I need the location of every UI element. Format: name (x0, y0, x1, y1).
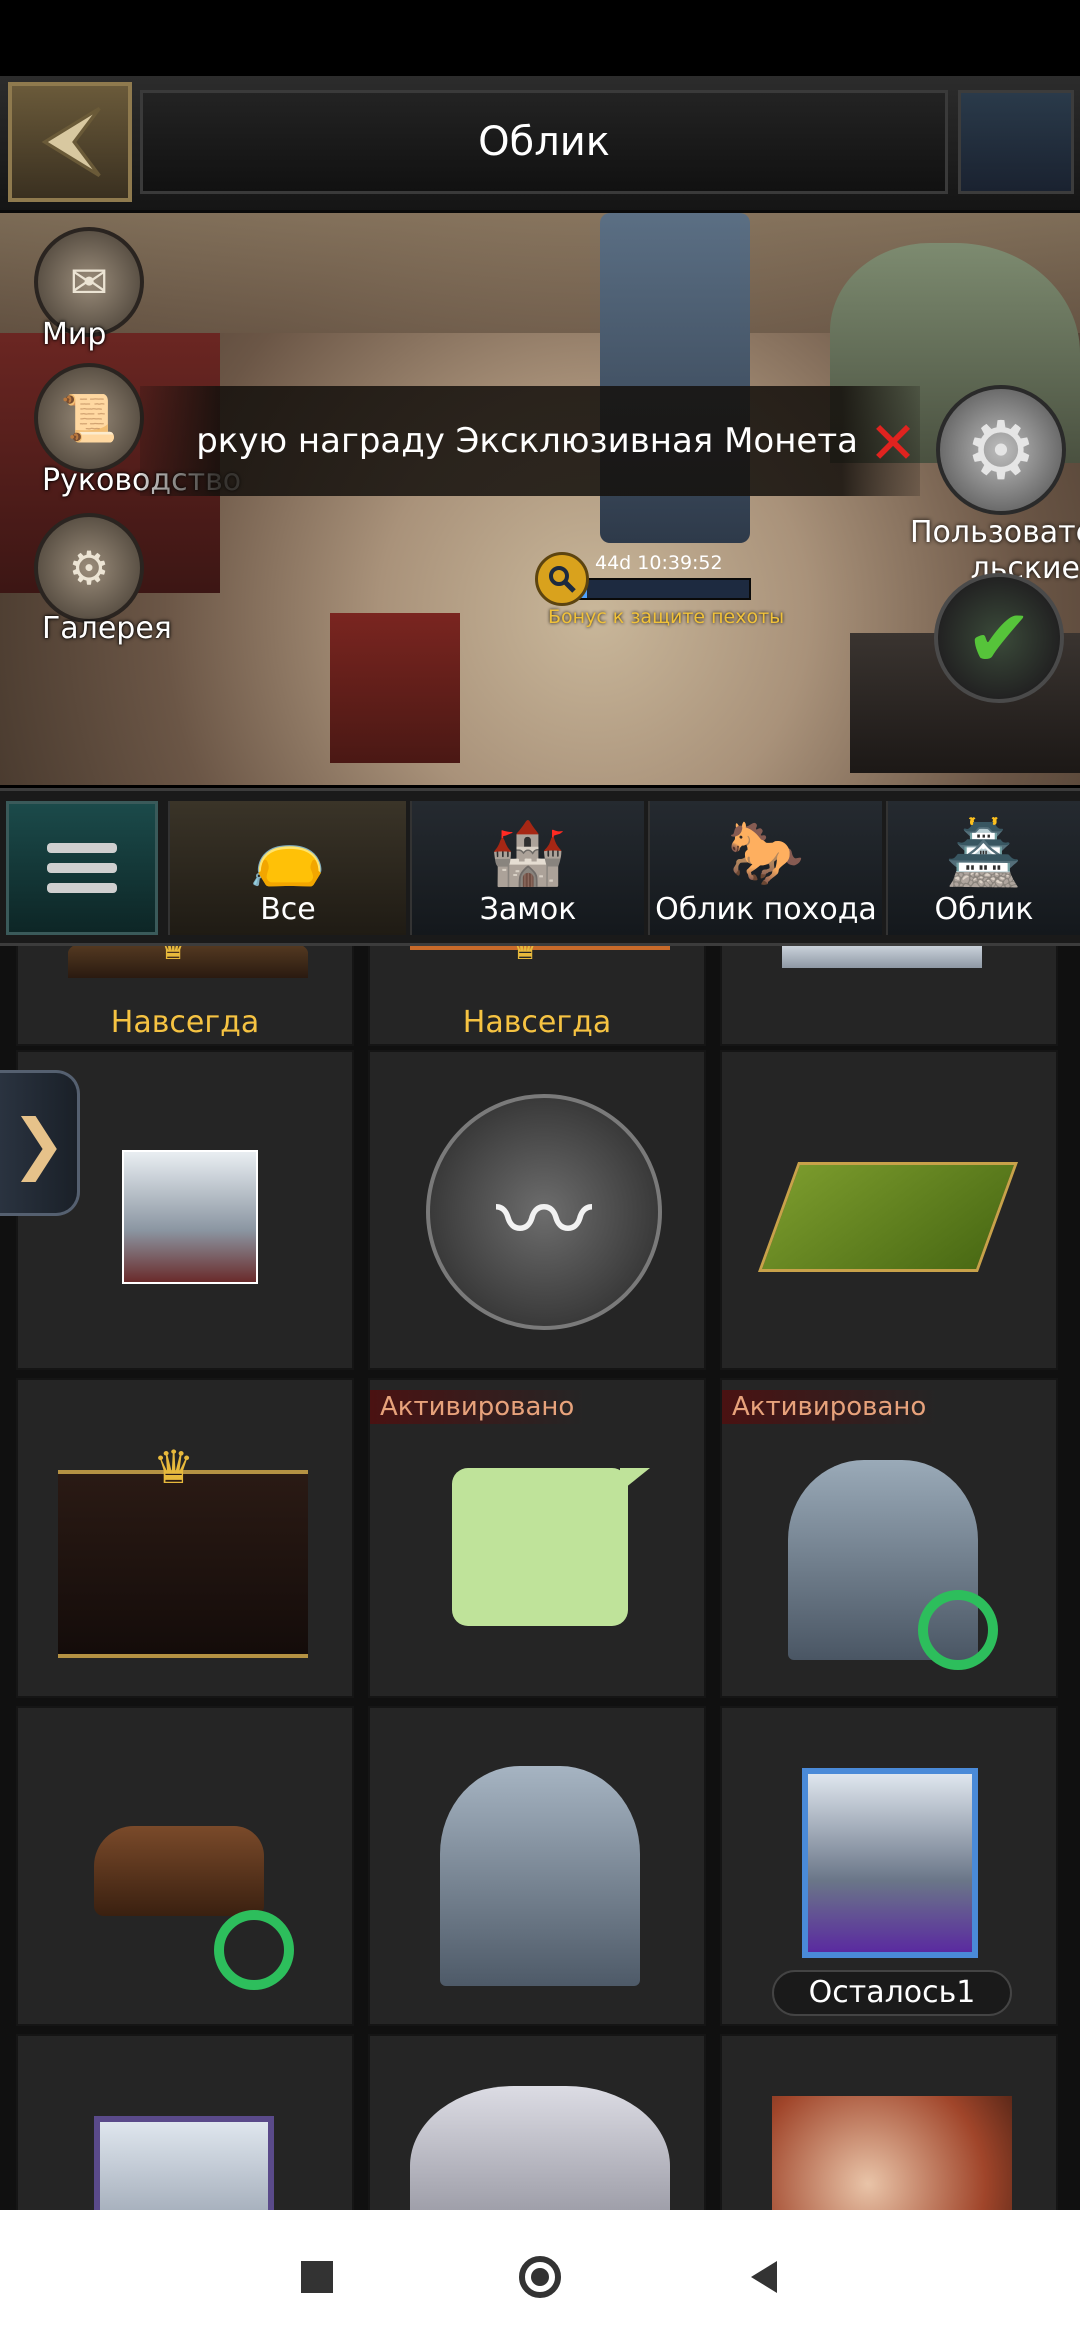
activated-badge: Активировано (722, 1390, 937, 1424)
refresh-icon (214, 1910, 294, 1990)
expand-panel-button[interactable]: ❯ (0, 1070, 80, 1216)
grid-item[interactable]: Активировано (368, 1378, 706, 1698)
portrait-frame-image (94, 2116, 274, 2210)
grid-item[interactable] (720, 2034, 1058, 2210)
world-button[interactable]: ✉ Мир (0, 227, 144, 352)
banner-text: ркую награду Эксклюзивная Монета (196, 421, 858, 461)
palace-image (440, 1766, 640, 1986)
palace-icon: 🏯 (945, 816, 1023, 889)
page-title: Облик (140, 90, 948, 194)
system-nav-bar (0, 2210, 1080, 2340)
checkmark-icon: ✔ (965, 591, 1033, 685)
chevron-right-icon: ❯ (10, 1104, 67, 1182)
timer-text: 44d 10:39:52 (595, 552, 723, 574)
square-icon (301, 2261, 333, 2293)
crown-frame-image (410, 2086, 670, 2210)
grid-item[interactable] (368, 2034, 706, 2210)
bonus-text: Бонус к защите пехоты (548, 606, 785, 628)
remaining-label: Осталось1 (772, 1970, 1012, 2016)
gallery-button[interactable]: ⚙ Галерея (0, 513, 172, 646)
grass-tile-icon (757, 1162, 1019, 1272)
portrait-frame-image (802, 1768, 978, 1958)
grid-item[interactable] (16, 1706, 354, 2026)
settings-button[interactable]: ⚙ (936, 385, 1066, 515)
castle-icon: 🏰 (489, 816, 567, 889)
tab-all[interactable]: 👝 Все (168, 801, 406, 935)
triangle-back-icon (751, 2261, 777, 2293)
grid-item[interactable]: ♛ (16, 1378, 354, 1698)
gallery-label: Галерея (42, 611, 172, 646)
category-tabs: 👝 Все 🏰 Замок 🐎 Облик похода 🏯 Облик (0, 788, 1080, 946)
gear-icon: ⚙ (965, 403, 1037, 497)
scroll-icon: 📜 (34, 363, 144, 473)
back-nav-button[interactable] (738, 2250, 792, 2304)
recents-button[interactable] (290, 2250, 344, 2304)
forever-label: Навсегда (110, 1005, 260, 1040)
header-emblem (958, 90, 1074, 194)
grid-item[interactable] (720, 946, 1058, 1046)
world-label: Мир (42, 317, 107, 352)
crown-icon: ♛ (158, 946, 189, 968)
grid-item[interactable]: ♛ Навсегда (368, 946, 706, 1046)
header: Облик (0, 76, 1080, 213)
timer-progress (575, 578, 751, 600)
chat-bubble-icon (452, 1468, 628, 1626)
status-bar (0, 0, 1080, 76)
magnifier-icon (535, 552, 589, 606)
grid-item[interactable]: 〰 (368, 1050, 706, 1370)
character-image (772, 2096, 1012, 2210)
cavalry-image (94, 1826, 264, 1916)
buff-timer[interactable]: 44d 10:39:52 (535, 552, 755, 608)
crown-icon: ♛ (510, 946, 541, 968)
tab-skin[interactable]: 🏯 Облик (886, 801, 1080, 935)
grid-item[interactable] (16, 2034, 354, 2210)
tab-march-skin[interactable]: 🐎 Облик похода (648, 801, 882, 935)
back-button[interactable] (8, 82, 132, 202)
refresh-icon (918, 1590, 998, 1670)
confirm-button[interactable]: ✔ (934, 573, 1064, 703)
reward-banner: ркую награду Эксклюзивная Монета ✕ (140, 386, 920, 496)
bag-icon: 👝 (249, 816, 327, 889)
cavalry-icon: 🐎 (727, 816, 805, 889)
activated-badge: Активировано (370, 1390, 585, 1424)
hamburger-icon (47, 843, 117, 853)
tab-castle[interactable]: 🏰 Замок (410, 801, 644, 935)
circle-icon (519, 2256, 561, 2298)
crown-icon: ♛ (153, 1440, 195, 1494)
forever-label: Навсегда (462, 1005, 612, 1040)
back-arrow-icon (41, 106, 101, 178)
skin-grid: ♛ Навсегда ♛ Навсегда 〰 ♛ Активировано А… (0, 946, 1080, 2210)
menu-button[interactable] (6, 801, 158, 935)
gallery-icon: ⚙ (34, 513, 144, 623)
grid-item[interactable]: Осталось1 (720, 1706, 1058, 2026)
grid-item[interactable]: ♛ Навсегда (16, 946, 354, 1046)
portrait-image (122, 1150, 258, 1284)
home-button[interactable] (513, 2250, 567, 2304)
grid-item[interactable] (368, 1706, 706, 2026)
guide-button[interactable]: 📜 Руководство (0, 363, 241, 498)
castle-preview: ✉ Мир 📜 Руководство ⚙ Галерея ркую награ… (0, 213, 1080, 785)
wing-icon: 〰 (426, 1094, 662, 1330)
grid-item[interactable] (720, 1050, 1058, 1370)
grid-item[interactable]: Активировано (720, 1378, 1058, 1698)
close-icon[interactable]: ✕ (866, 414, 920, 472)
